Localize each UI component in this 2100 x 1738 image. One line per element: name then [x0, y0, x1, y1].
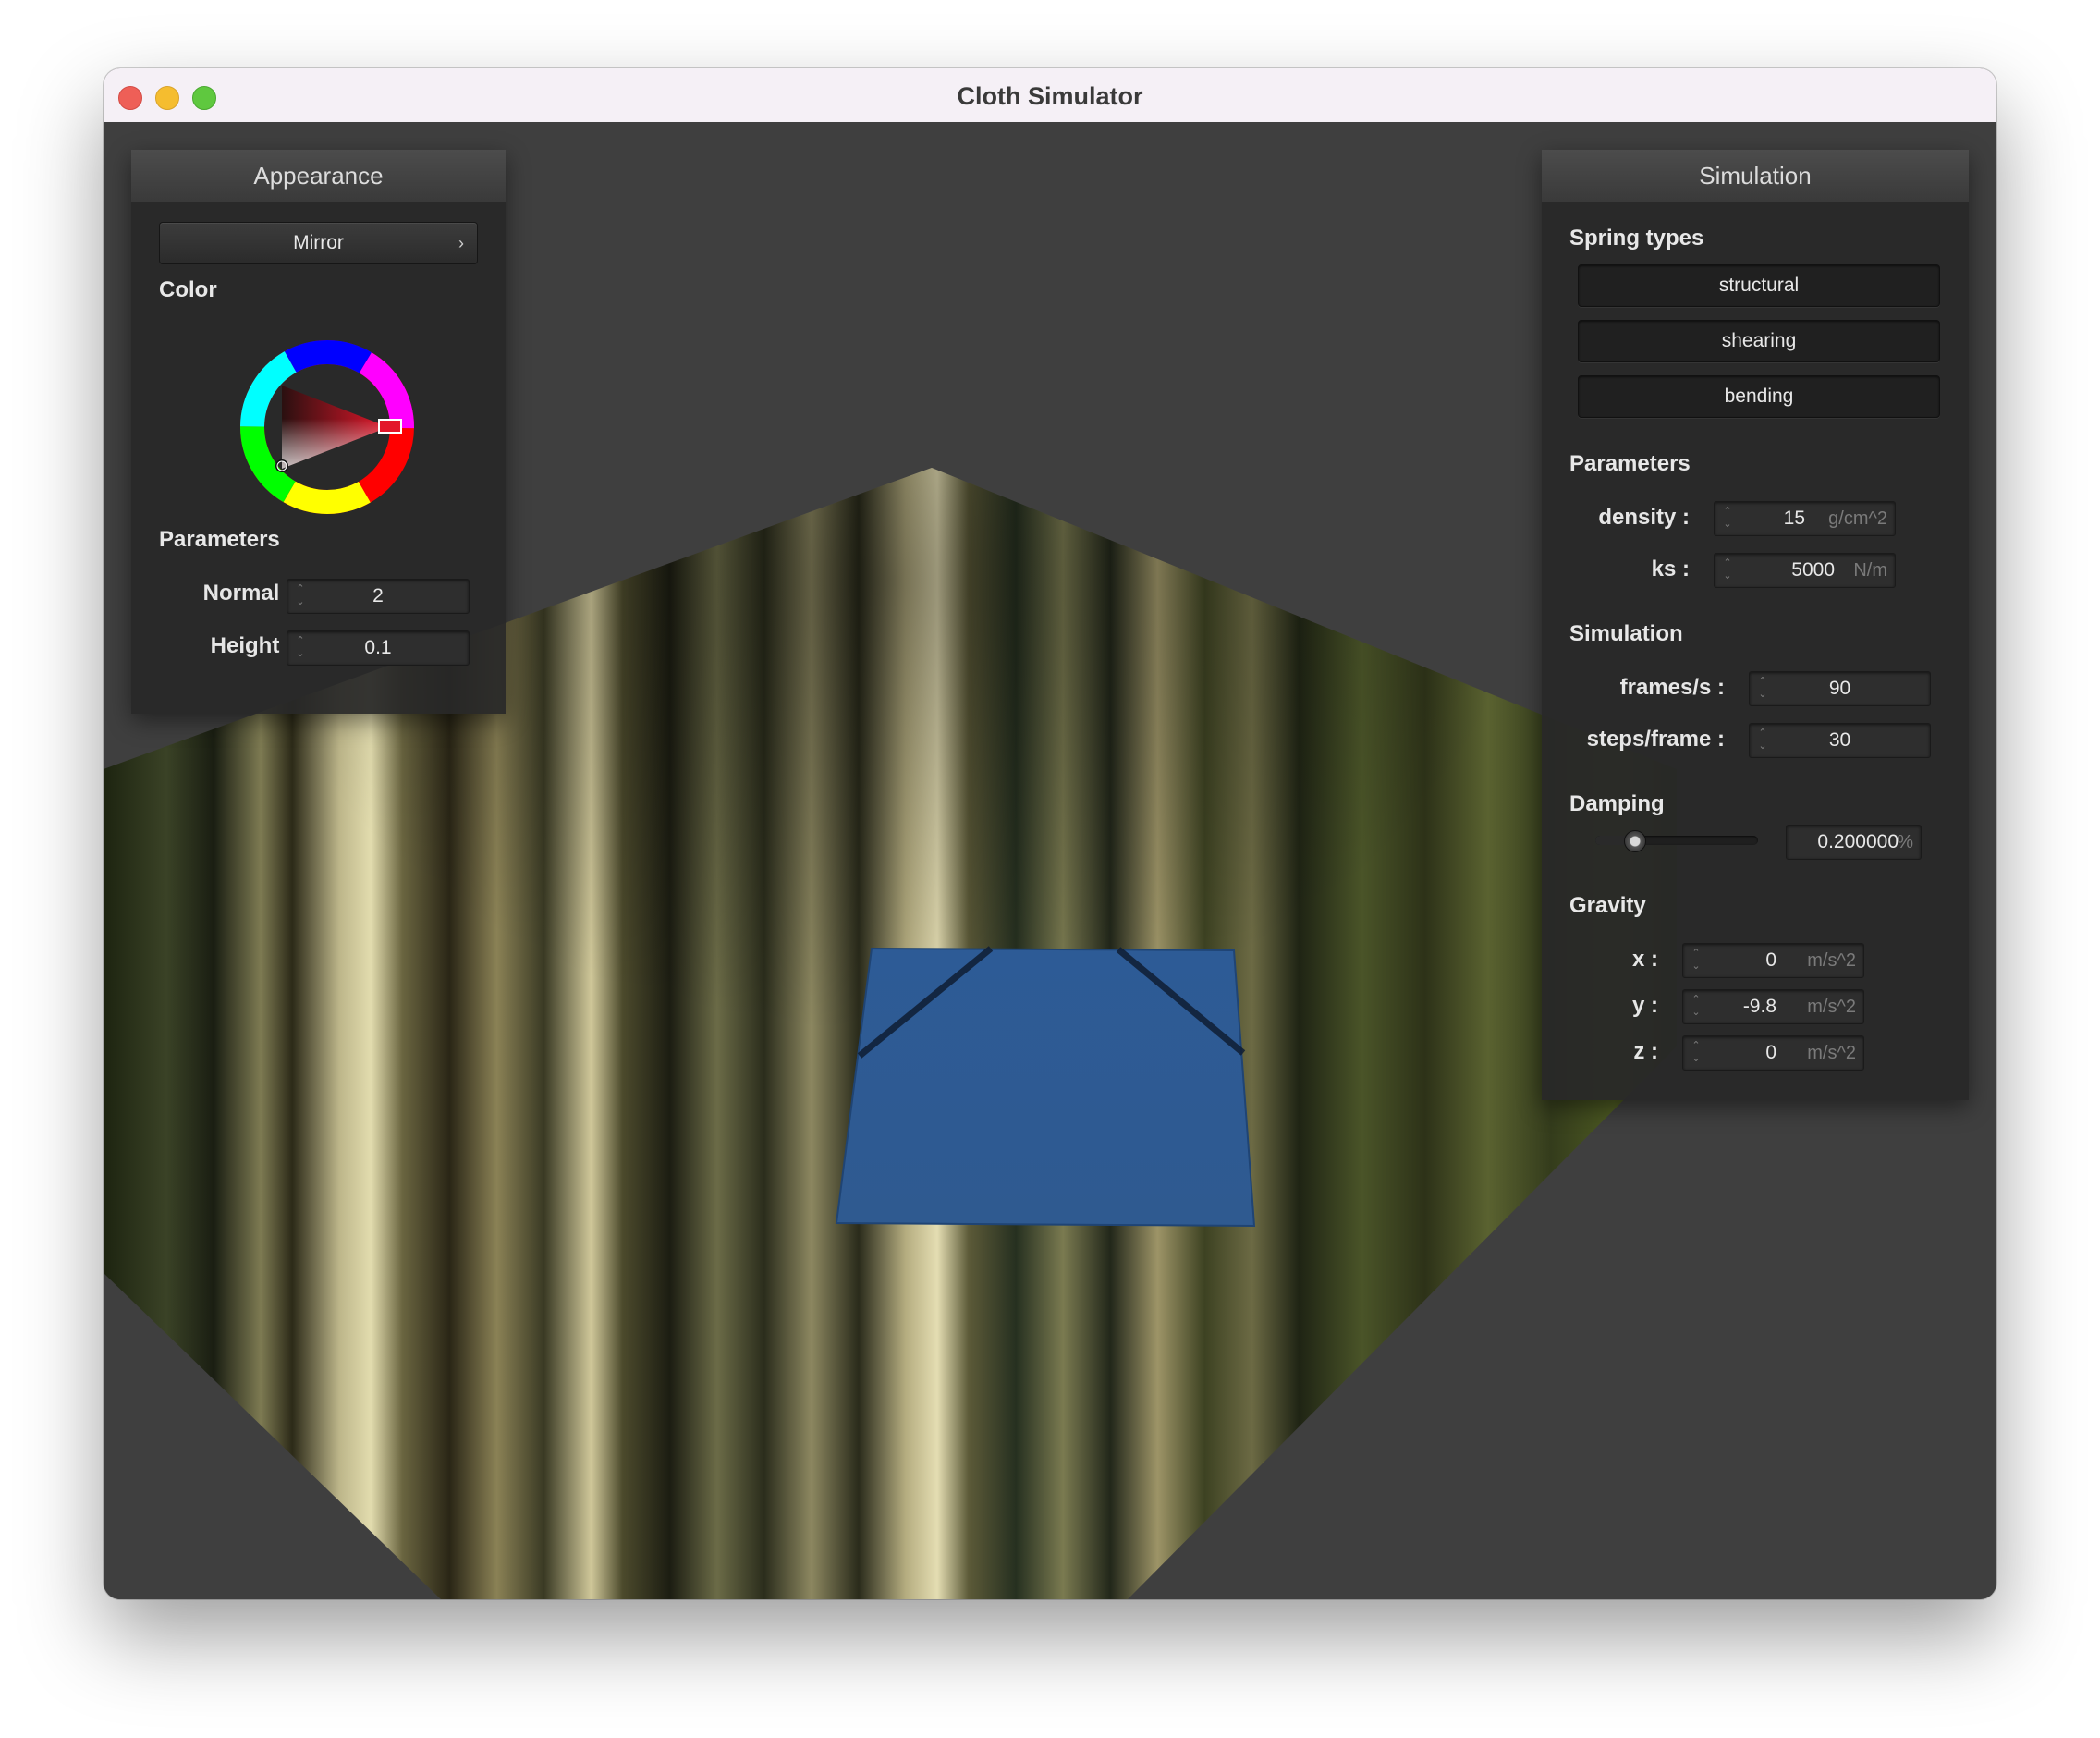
- gravity-z-unit: m/s^2: [1807, 1043, 1856, 1063]
- density-input[interactable]: ⌃ ⌄ 15 g/cm^2: [1714, 501, 1896, 536]
- title-bar: Cloth Simulator: [104, 68, 1996, 123]
- gravity-z-input[interactable]: ⌃ ⌄ 0 m/s^2: [1682, 1035, 1864, 1071]
- normal-value: 2: [372, 585, 384, 606]
- up-down-arrows-icon[interactable]: ⌃ ⌄: [1722, 557, 1733, 584]
- gravity-y-unit: m/s^2: [1807, 997, 1856, 1017]
- color-label: Color: [159, 277, 217, 302]
- simulation-panel: Simulation Spring types structural shear…: [1542, 150, 1969, 1100]
- steps-per-frame-input[interactable]: ⌃ ⌄ 30: [1749, 723, 1931, 758]
- appearance-panel: Appearance Mirror › Color Parameters Nor…: [131, 150, 506, 714]
- gravity-z-label: z :: [1633, 1039, 1658, 1064]
- bending-spring-toggle[interactable]: bending: [1578, 375, 1940, 418]
- shader-select-button[interactable]: Mirror ›: [159, 222, 478, 264]
- window-title: Cloth Simulator: [957, 82, 1143, 110]
- up-down-arrows-icon[interactable]: ⌃ ⌄: [1722, 505, 1733, 532]
- ks-input[interactable]: ⌃ ⌄ 5000 N/m: [1714, 553, 1896, 588]
- steps-value: 30: [1828, 729, 1851, 751]
- damping-input[interactable]: 0.200000 %: [1786, 825, 1922, 860]
- color-wheel-picker[interactable]: [216, 316, 438, 538]
- steps-per-frame-label: steps/frame :: [1586, 727, 1725, 752]
- gravity-z-value: 0: [1765, 1042, 1776, 1063]
- up-down-arrows-icon[interactable]: ⌃ ⌄: [1691, 947, 1702, 974]
- gravity-x-label: x :: [1631, 947, 1658, 972]
- chevron-right-icon: ›: [458, 234, 464, 252]
- gravity-label: Gravity: [1569, 893, 1646, 918]
- ks-label: ks :: [1651, 557, 1690, 581]
- frames-per-second-label: frames/s :: [1619, 675, 1725, 700]
- damping-value: 0.200000: [1817, 831, 1899, 852]
- simulation-header: Simulation: [1542, 150, 1969, 202]
- simulation-section-label: Simulation: [1569, 621, 1683, 646]
- ks-value: 5000: [1791, 559, 1835, 581]
- density-unit: g/cm^2: [1828, 508, 1887, 529]
- normal-label: Normal :: [202, 581, 293, 606]
- sim-params-label: Parameters: [1569, 451, 1691, 476]
- gravity-y-input[interactable]: ⌃ ⌄ -9.8 m/s^2: [1682, 989, 1864, 1024]
- appearance-header: Appearance: [131, 150, 506, 202]
- app-window: Cloth Simulator Appearance Mirror › Colo…: [104, 68, 1996, 1599]
- gravity-x-unit: m/s^2: [1807, 950, 1856, 971]
- cloth-mesh: [835, 947, 1256, 1228]
- appearance-params-label: Parameters: [159, 527, 280, 552]
- normal-input[interactable]: ⌃ ⌄ 2: [287, 579, 470, 614]
- up-down-arrows-icon[interactable]: ⌃ ⌄: [1691, 993, 1702, 1021]
- spring-types-label: Spring types: [1569, 226, 1704, 251]
- height-label: Height :: [210, 633, 293, 658]
- damping-unit: %: [1897, 832, 1913, 852]
- shader-button-label: Mirror: [293, 232, 344, 253]
- damping-slider[interactable]: [1595, 830, 1758, 852]
- up-down-arrows-icon[interactable]: ⌃ ⌄: [1691, 1039, 1702, 1067]
- fps-value: 90: [1828, 678, 1851, 699]
- frames-per-second-input[interactable]: ⌃ ⌄ 90: [1749, 671, 1931, 706]
- gravity-y-value: -9.8: [1742, 996, 1776, 1017]
- gravity-x-value: 0: [1765, 949, 1776, 971]
- damping-label: Damping: [1569, 791, 1665, 816]
- gravity-x-input[interactable]: ⌃ ⌄ 0 m/s^2: [1682, 943, 1864, 978]
- height-input[interactable]: ⌃ ⌄ 0.1: [287, 630, 470, 666]
- density-label: density :: [1598, 505, 1690, 530]
- 3d-viewport[interactable]: Appearance Mirror › Color Parameters Nor…: [104, 122, 1996, 1599]
- ks-unit: N/m: [1853, 560, 1887, 581]
- structural-spring-toggle[interactable]: structural: [1578, 264, 1940, 307]
- height-value: 0.1: [364, 637, 392, 658]
- shearing-spring-toggle[interactable]: shearing: [1578, 320, 1940, 362]
- gravity-y-label: y :: [1631, 993, 1658, 1018]
- density-value: 15: [1783, 508, 1805, 529]
- damping-slider-knob[interactable]: [1623, 830, 1646, 852]
